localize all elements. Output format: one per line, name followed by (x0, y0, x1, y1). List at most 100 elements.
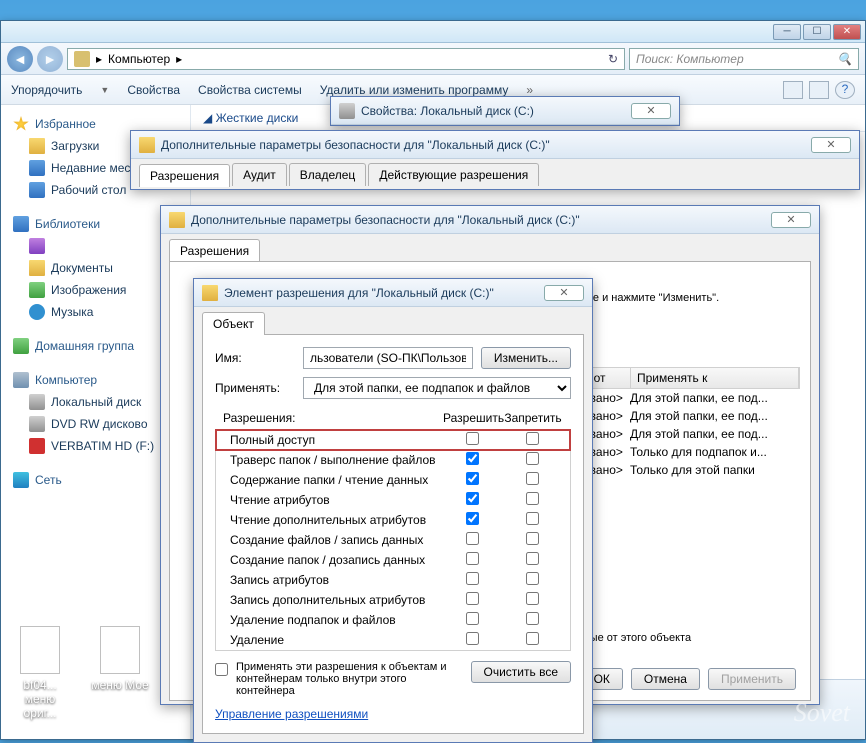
dvd-icon (29, 416, 45, 432)
allow-checkbox[interactable] (466, 432, 479, 445)
close-button[interactable]: ✕ (631, 103, 671, 119)
recent-icon (29, 160, 45, 176)
star-icon (13, 116, 29, 132)
apply-to-select[interactable]: Для этой папки, ее подпапок и файлов (303, 377, 571, 399)
permission-row: Чтение атрибутов (216, 490, 570, 510)
disk-icon (339, 103, 355, 119)
folder-icon (202, 285, 218, 301)
music-icon (29, 304, 45, 320)
change-principal-button[interactable]: Изменить... (481, 347, 571, 369)
permission-label: Содержание папки / чтение данных (230, 473, 442, 487)
table-row[interactable]: довано>Для этой папки, ее под... (570, 389, 800, 407)
deny-checkbox[interactable] (526, 492, 539, 505)
name-label: Имя: (215, 351, 295, 365)
table-row[interactable]: довано>Только для этой папки (570, 461, 800, 479)
permission-label: Запись атрибутов (230, 573, 442, 587)
permission-label: Полный доступ (230, 433, 442, 447)
advanced-security-dialog-1: Дополнительные параметры безопасности дл… (130, 130, 860, 190)
desktop-file-2[interactable]: меню Мое (90, 626, 150, 720)
forward-button[interactable]: ► (37, 46, 63, 72)
deny-checkbox[interactable] (526, 552, 539, 565)
deny-checkbox[interactable] (526, 512, 539, 525)
permission-label: Запись дополнительных атрибутов (230, 593, 442, 607)
permission-row: Удаление подпапок и файлов (216, 610, 570, 630)
allow-checkbox[interactable] (466, 452, 479, 465)
manage-permissions-link[interactable]: Управление разрешениями (215, 707, 368, 721)
permission-row: Запись атрибутов (216, 570, 570, 590)
permission-row: Чтение дополнительных атрибутов (216, 510, 570, 530)
close-button[interactable]: ✕ (833, 24, 861, 40)
tab-permissions[interactable]: Разрешения (139, 164, 230, 187)
deny-checkbox[interactable] (526, 632, 539, 645)
properties-button[interactable]: Свойства (127, 83, 180, 97)
maximize-button[interactable]: ☐ (803, 24, 831, 40)
folder-icon (169, 212, 185, 228)
principal-field[interactable] (303, 347, 473, 369)
view-button[interactable] (783, 81, 803, 99)
refresh-icon[interactable]: ↻ (608, 52, 618, 66)
deny-checkbox[interactable] (526, 432, 539, 445)
allow-checkbox[interactable] (466, 612, 479, 625)
allow-checkbox[interactable] (466, 572, 479, 585)
permission-label: Чтение дополнительных атрибутов (230, 513, 442, 527)
allow-checkbox[interactable] (466, 552, 479, 565)
permission-label: Удаление подпапок и файлов (230, 613, 442, 627)
allow-checkbox[interactable] (466, 632, 479, 645)
tab-effective[interactable]: Действующие разрешения (368, 163, 539, 186)
tab-audit[interactable]: Аудит (232, 163, 287, 186)
breadcrumb-sep: ▸ (96, 52, 102, 66)
permission-entry-dialog: Элемент разрешения для "Локальный диск (… (193, 278, 593, 743)
back-button[interactable]: ◄ (7, 46, 33, 72)
allow-checkbox[interactable] (466, 492, 479, 505)
table-row[interactable]: довано>Для этой папки, ее под... (570, 425, 800, 443)
permission-entries-table[interactable]: но отПрименять к довано>Для этой папки, … (570, 367, 800, 479)
table-row[interactable]: довано>Только для подпапок и... (570, 443, 800, 461)
allow-checkbox[interactable] (466, 472, 479, 485)
minimize-button[interactable]: ─ (773, 24, 801, 40)
inherान-label: Применять эти разрешения к объектам и ко… (236, 661, 463, 697)
deny-checkbox[interactable] (526, 452, 539, 465)
homegroup-icon (13, 338, 29, 354)
cancel-button[interactable]: Отмена (631, 668, 700, 690)
permission-label: Удаление (230, 633, 442, 647)
inherit-hint: емые от этого объекта (576, 632, 796, 644)
permission-row: Запись дополнительных атрибутов (216, 590, 570, 610)
close-button[interactable]: ✕ (771, 212, 811, 228)
preview-pane-button[interactable] (809, 81, 829, 99)
deny-checkbox[interactable] (526, 612, 539, 625)
permission-row: Удаление (216, 630, 570, 650)
help-button[interactable]: ? (835, 81, 855, 99)
deny-checkbox[interactable] (526, 532, 539, 545)
deny-checkbox[interactable] (526, 472, 539, 485)
properties-dialog: Свойства: Локальный диск (C:) ✕ (330, 96, 680, 126)
close-button[interactable]: ✕ (544, 285, 584, 301)
search-input[interactable]: Поиск: Компьютер 🔍 (629, 48, 859, 70)
allow-checkbox[interactable] (466, 532, 479, 545)
apply-button[interactable]: Применить (708, 668, 796, 690)
organize-menu[interactable]: Упорядочить (11, 83, 82, 97)
tab-owner[interactable]: Владелец (289, 163, 367, 186)
system-properties-button[interactable]: Свойства системы (198, 83, 302, 97)
permission-row: Создание файлов / запись данных (216, 530, 570, 550)
doc-icon (29, 260, 45, 276)
dialog-title: Элемент разрешения для "Локальный диск (… (224, 286, 494, 300)
breadcrumb[interactable]: Компьютер (108, 52, 170, 66)
folder-icon (29, 138, 45, 154)
allow-checkbox[interactable] (466, 592, 479, 605)
tab-permissions[interactable]: Разрешения (169, 239, 260, 262)
permission-label: Траверс папок / выполнение файлов (230, 453, 442, 467)
search-icon: 🔍 (837, 52, 852, 66)
deny-checkbox[interactable] (526, 592, 539, 605)
tab-object[interactable]: Объект (202, 312, 265, 335)
dialog-title: Дополнительные параметры безопасности дл… (161, 138, 550, 152)
desktop-file-1[interactable]: bf04... меню ориг... (10, 626, 70, 720)
clear-all-button[interactable]: Очистить все (471, 661, 571, 683)
allow-checkbox[interactable] (466, 512, 479, 525)
address-bar[interactable]: ▸ Компьютер ▸ ↻ (67, 48, 625, 70)
table-row[interactable]: довано>Для этой папки, ее под... (570, 407, 800, 425)
inherit-only-checkbox[interactable] (215, 663, 228, 676)
deny-checkbox[interactable] (526, 572, 539, 585)
folder-icon (139, 137, 155, 153)
close-button[interactable]: ✕ (811, 137, 851, 153)
uninstall-button[interactable]: Удалить или изменить программу (320, 83, 509, 97)
